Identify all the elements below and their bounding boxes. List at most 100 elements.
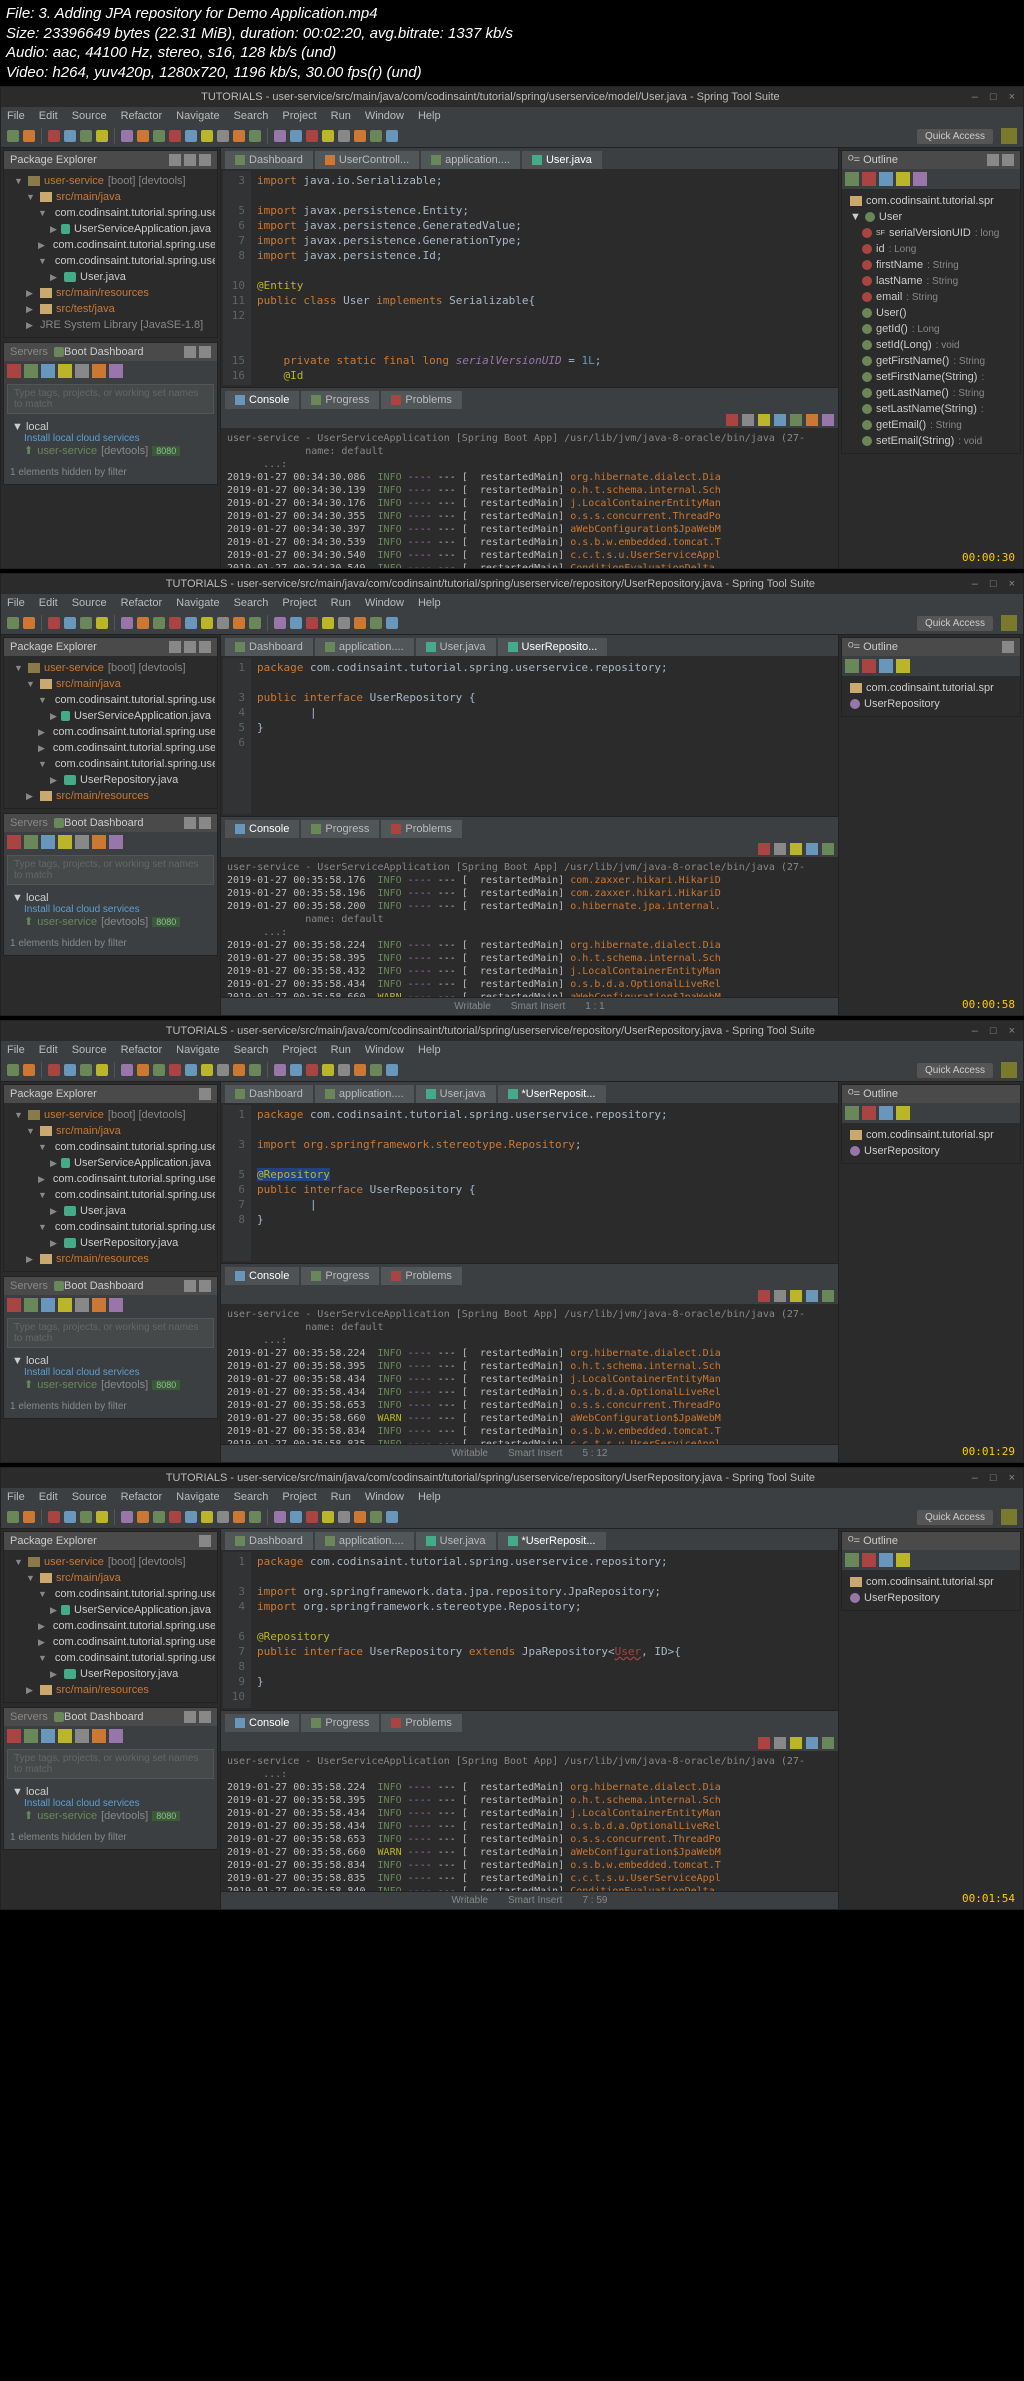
menu-project[interactable]: Project xyxy=(282,1491,316,1503)
tree-project[interactable]: ▼user-service [boot] [devtools] xyxy=(6,173,215,189)
menu-refactor[interactable]: Refactor xyxy=(121,1491,163,1503)
tool-icon[interactable] xyxy=(109,835,123,849)
tree-pkg[interactable]: ▶com.codinsaint.tutorial.spring.userserv… xyxy=(6,237,215,253)
collapse-icon[interactable] xyxy=(199,1535,211,1547)
tool-icon[interactable] xyxy=(217,130,229,142)
outline-member[interactable]: setLastName(String) : xyxy=(846,401,1016,417)
tool-icon[interactable] xyxy=(249,130,261,142)
tool-icon[interactable] xyxy=(354,1511,366,1523)
tree-file[interactable]: ▶UserServiceApplication.java xyxy=(6,1602,215,1618)
tool-icon[interactable] xyxy=(233,1064,245,1076)
tool-icon[interactable] xyxy=(306,617,318,629)
min-icon[interactable] xyxy=(184,1280,196,1292)
tool-icon[interactable] xyxy=(185,1511,197,1523)
tree-pkg[interactable]: ▼com.codinsaint.tutorial.spring.userserv… xyxy=(6,756,215,772)
close-icon[interactable]: × xyxy=(1009,1025,1015,1037)
sort-icon[interactable] xyxy=(845,172,859,186)
tab-application[interactable]: application.... xyxy=(315,1532,414,1550)
tree-pkg[interactable]: ▼com.codinsaint.tutorial.spring.userserv… xyxy=(6,205,215,221)
tree-file[interactable]: ▶UserRepository.java xyxy=(6,1235,215,1251)
close-icon[interactable]: × xyxy=(1009,578,1015,590)
tree-pkg[interactable]: ▼com.codinsaint.tutorial.spring.userserv… xyxy=(6,1139,215,1155)
tree-pkg[interactable]: ▶com.codinsaint.tutorial.spring.userserv… xyxy=(6,1618,215,1634)
tree-jre[interactable]: ▶JRE System Library [JavaSE-1.8] xyxy=(6,317,215,333)
tab-console[interactable]: Console xyxy=(225,820,299,838)
stop-icon[interactable] xyxy=(726,414,738,426)
menu-search[interactable]: Search xyxy=(234,1491,269,1503)
editor[interactable]: 134678910 package com.codinsaint.tutoria… xyxy=(221,1550,838,1710)
local-node[interactable]: ▼ local xyxy=(12,892,209,904)
menu-edit[interactable]: Edit xyxy=(39,597,58,609)
scroll-icon[interactable] xyxy=(774,414,786,426)
filter-icon[interactable] xyxy=(862,1553,876,1567)
outline-member[interactable]: User() xyxy=(846,305,1016,321)
tab-application[interactable]: application.... xyxy=(315,638,414,656)
tree-pkg[interactable]: ▼com.codinsaint.tutorial.spring.userserv… xyxy=(6,692,215,708)
menu-search[interactable]: Search xyxy=(234,110,269,122)
outline-class[interactable]: UserRepository xyxy=(846,1143,1016,1159)
tool-icon[interactable] xyxy=(137,130,149,142)
min-icon[interactable] xyxy=(1002,641,1014,653)
tool-icon[interactable] xyxy=(217,617,229,629)
tool-icon[interactable] xyxy=(354,617,366,629)
tool-icon[interactable] xyxy=(121,617,133,629)
tool-icon[interactable] xyxy=(169,1064,181,1076)
pin-icon[interactable] xyxy=(790,1290,802,1302)
tool-icon[interactable] xyxy=(249,617,261,629)
stop-icon[interactable] xyxy=(48,617,60,629)
tab-dashboard[interactable]: Dashboard xyxy=(225,1532,313,1550)
run-icon[interactable] xyxy=(80,617,92,629)
tree-src[interactable]: ▼src/main/java xyxy=(6,1123,215,1139)
tool-icon[interactable] xyxy=(822,414,834,426)
filter-icon[interactable] xyxy=(879,659,893,673)
tree-src[interactable]: ▼src/main/java xyxy=(6,1570,215,1586)
debug-icon[interactable] xyxy=(64,617,76,629)
menu-navigate[interactable]: Navigate xyxy=(176,110,219,122)
filter-icon[interactable] xyxy=(913,172,927,186)
maximize-icon[interactable]: □ xyxy=(990,1472,997,1484)
stop-icon[interactable] xyxy=(7,1298,21,1312)
tree-file[interactable]: ▶User.java xyxy=(6,1203,215,1219)
tool-icon[interactable] xyxy=(109,1729,123,1743)
tool-icon[interactable] xyxy=(58,1298,72,1312)
menu-refactor[interactable]: Refactor xyxy=(121,597,163,609)
filter-icon[interactable] xyxy=(879,1106,893,1120)
max-icon[interactable] xyxy=(199,817,211,829)
menu-window[interactable]: Window xyxy=(365,1491,404,1503)
tree-src[interactable]: ▶src/main/resources xyxy=(6,285,215,301)
menu-project[interactable]: Project xyxy=(282,1044,316,1056)
tool-icon[interactable] xyxy=(137,1064,149,1076)
local-node[interactable]: ▼ local xyxy=(12,1786,209,1798)
local-link[interactable]: Install local cloud services xyxy=(12,1798,209,1809)
quick-access-field[interactable]: Quick Access xyxy=(917,1510,993,1525)
menu-run[interactable]: Run xyxy=(331,1044,351,1056)
perspective-icon[interactable] xyxy=(1001,1509,1017,1525)
tool-icon[interactable] xyxy=(233,1511,245,1523)
menu-window[interactable]: Window xyxy=(365,1044,404,1056)
menu-edit[interactable]: Edit xyxy=(39,110,58,122)
tab-repo[interactable]: UserReposito... xyxy=(498,638,608,656)
new-icon[interactable] xyxy=(7,1064,19,1076)
save-icon[interactable] xyxy=(23,1511,35,1523)
filter-icon[interactable] xyxy=(862,172,876,186)
tool-icon[interactable] xyxy=(370,1511,382,1523)
tab-application[interactable]: application.... xyxy=(315,1085,414,1103)
menu-run[interactable]: Run xyxy=(331,597,351,609)
tool-icon[interactable] xyxy=(806,414,818,426)
tab-progress[interactable]: Progress xyxy=(301,1714,379,1732)
tool-icon[interactable] xyxy=(201,1511,213,1523)
pin-icon[interactable] xyxy=(790,843,802,855)
tool-icon[interactable] xyxy=(169,130,181,142)
perspective-icon[interactable] xyxy=(1001,128,1017,144)
menu-refactor[interactable]: Refactor xyxy=(121,1044,163,1056)
close-icon[interactable]: × xyxy=(1009,1472,1015,1484)
tool-icon[interactable] xyxy=(92,835,106,849)
tool-icon[interactable] xyxy=(386,1511,398,1523)
tree-file[interactable]: ▶UserServiceApplication.java xyxy=(6,708,215,724)
clear-icon[interactable] xyxy=(774,843,786,855)
tool-icon[interactable] xyxy=(338,617,350,629)
tool-icon[interactable] xyxy=(322,1511,334,1523)
tree-file[interactable]: ▶UserRepository.java xyxy=(6,772,215,788)
tool-icon[interactable] xyxy=(121,130,133,142)
stop-icon[interactable] xyxy=(758,1737,770,1749)
